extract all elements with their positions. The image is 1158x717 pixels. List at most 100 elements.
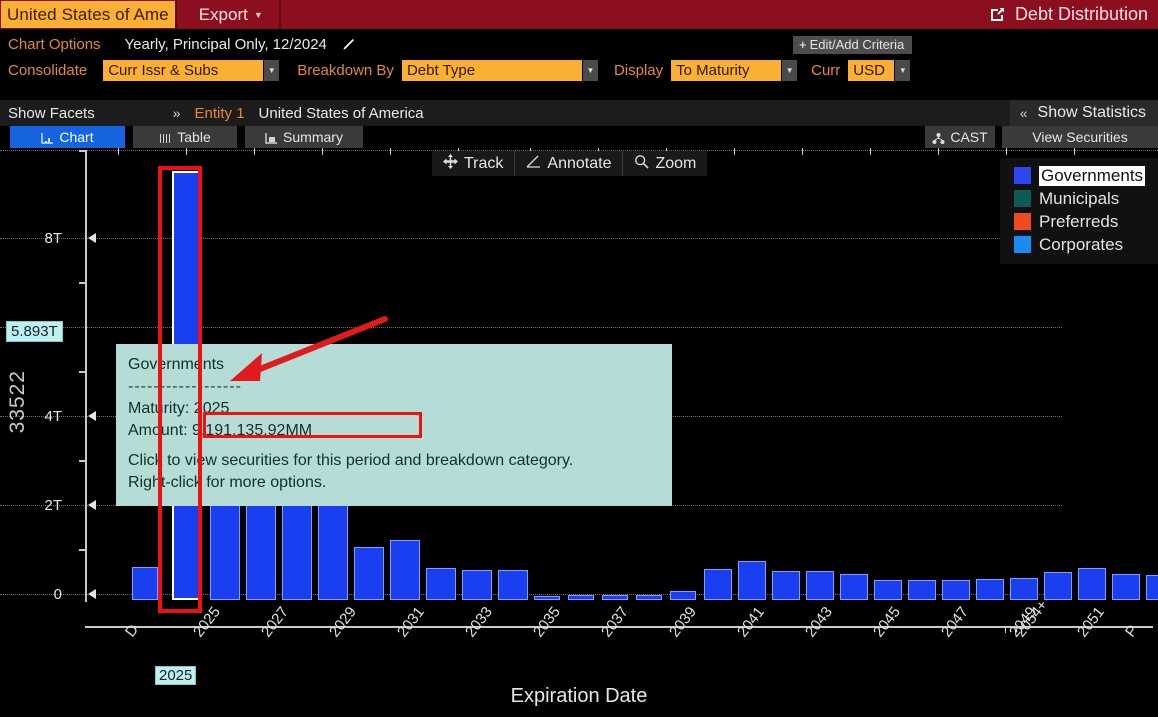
plus-icon: +: [799, 37, 807, 52]
bar-2053[interactable]: [1146, 575, 1158, 600]
bar-2049[interactable]: [1010, 578, 1038, 600]
x-tick-2027: [254, 148, 255, 155]
bar-2031[interactable]: [390, 540, 420, 600]
bar-D[interactable]: [132, 567, 158, 600]
y-value-marker-tag: 5.893T: [6, 321, 63, 342]
page-title: Debt Distribution: [1015, 4, 1148, 25]
currency-chevron-down-icon[interactable]: ▼: [895, 60, 910, 81]
currency-label: Curr: [811, 62, 840, 79]
chart-options-value[interactable]: Yearly, Principal Only, 12/2024: [125, 36, 327, 53]
bar-2039[interactable]: [670, 591, 696, 600]
view-tabs-bar: Chart Table Summary CAST View Securities: [0, 126, 1158, 148]
bar-2034[interactable]: [498, 570, 528, 600]
entity-search-field[interactable]: United States of Ame: [1, 1, 175, 28]
facets-bar: Show Facets » Entity 1 United States of …: [0, 100, 1158, 126]
legend-item-governments[interactable]: Governments: [1014, 164, 1154, 187]
filters-row: Consolidate Curr Issr & Subs ▼ Breakdown…: [0, 57, 1158, 83]
titlebar-right-group: Debt Distribution: [989, 0, 1158, 29]
x-label-2043: 2043: [802, 604, 836, 641]
tab-table[interactable]: Table: [133, 126, 237, 148]
bar-2037[interactable]: [602, 595, 628, 600]
track-tool-button[interactable]: Track: [432, 151, 515, 176]
bar-2035[interactable]: [534, 596, 560, 600]
tooltip-category: Governments: [128, 354, 660, 376]
x-label-2027: 2027: [258, 604, 292, 641]
x-value-marker-tag: 2025: [155, 666, 196, 685]
legend-item-corporates[interactable]: Corporates: [1014, 233, 1154, 256]
x-label-2049: 2049: [1006, 604, 1040, 641]
x-tick-2031: [390, 148, 391, 155]
magnifier-icon: [634, 154, 649, 174]
expand-facets-chevron-icon[interactable]: »: [173, 105, 181, 121]
bar-2040[interactable]: [704, 569, 732, 600]
show-facets-button[interactable]: Show Facets: [8, 105, 95, 122]
bar-2032[interactable]: [426, 568, 456, 600]
bar-2046[interactable]: [908, 580, 936, 600]
export-label: Export: [199, 5, 248, 24]
bar-2044[interactable]: [840, 574, 868, 600]
bar-2030[interactable]: [354, 547, 384, 600]
bar-2033[interactable]: [462, 570, 492, 600]
chart-legend: Governments Municipals Preferreds Corpor…: [1000, 158, 1158, 264]
x-tick-2043: [802, 148, 803, 155]
show-statistics-button[interactable]: « Show Statistics: [1010, 100, 1158, 126]
edit-add-criteria-label: Edit/Add Criteria: [810, 37, 905, 52]
annotate-tool-button[interactable]: Annotate: [515, 151, 623, 176]
bar-2052[interactable]: [1112, 574, 1140, 600]
move-crosshair-icon: [443, 154, 458, 174]
breakdown-by-select[interactable]: Debt Type: [402, 60, 582, 81]
annotate-angle-icon: [526, 154, 541, 174]
view-securities-button[interactable]: View Securities: [1002, 126, 1158, 148]
x-label-2037: 2037: [598, 604, 632, 641]
display-label: Display: [614, 62, 663, 79]
bar-2047[interactable]: [942, 580, 970, 600]
bar-2029[interactable]: [318, 501, 348, 600]
chart-options-label: Chart Options: [8, 36, 101, 53]
bar-2048[interactable]: [976, 579, 1004, 600]
x-tick-2041: [734, 148, 735, 155]
legend-item-municipals[interactable]: Municipals: [1014, 187, 1154, 210]
tab-table-label: Table: [177, 129, 210, 145]
legend-item-preferreds[interactable]: Preferreds: [1014, 210, 1154, 233]
title-bar: United States of Ame Export▼ Debt Distri…: [0, 0, 1158, 29]
x-tick-2025: [186, 148, 187, 155]
export-menu-button[interactable]: Export▼: [177, 0, 281, 29]
pencil-icon[interactable]: [341, 36, 357, 52]
consolidate-select[interactable]: Curr Issr & Subs: [103, 60, 263, 81]
x-label-2033: 2033: [462, 604, 496, 641]
bar-2051[interactable]: [1078, 568, 1106, 600]
chart-toolbar: Track Annotate Zoom: [432, 151, 707, 176]
currency-select[interactable]: USD: [848, 60, 894, 81]
bar-2038[interactable]: [636, 595, 662, 600]
selection-highlight-rect: [158, 166, 202, 613]
bar-2045[interactable]: [874, 580, 902, 600]
y-tick-label-4t: 4T: [44, 408, 62, 425]
bar-2041[interactable]: [738, 561, 766, 600]
bar-2028[interactable]: [282, 500, 312, 600]
bar-2036[interactable]: [568, 595, 594, 600]
zoom-tool-button[interactable]: Zoom: [623, 151, 707, 176]
summary-icon: [265, 128, 278, 150]
external-link-icon[interactable]: [989, 6, 1006, 23]
consolidate-chevron-down-icon[interactable]: ▼: [264, 60, 279, 81]
cast-button[interactable]: CAST: [925, 126, 995, 148]
display-select[interactable]: To Maturity: [671, 60, 781, 81]
tab-summary-label: Summary: [283, 129, 343, 145]
collapse-statistics-chevron-icon: «: [1020, 105, 1028, 121]
tooltip-divider: ------------------: [128, 376, 660, 398]
zoom-label: Zoom: [655, 155, 696, 173]
tooltip-hint-1: Click to view securities for this period…: [128, 450, 660, 472]
legend-label-preferreds: Preferreds: [1039, 212, 1118, 232]
bar-2050[interactable]: [1044, 572, 1072, 600]
breakdown-by-chevron-down-icon[interactable]: ▼: [583, 60, 598, 81]
tab-summary[interactable]: Summary: [245, 126, 363, 148]
legend-label-municipals: Municipals: [1039, 189, 1119, 209]
bar-2042[interactable]: [772, 571, 800, 600]
tab-chart[interactable]: Chart: [10, 126, 125, 148]
entity-index-label: Entity 1: [195, 105, 245, 122]
display-chevron-down-icon[interactable]: ▼: [782, 60, 797, 81]
annotate-label: Annotate: [547, 155, 611, 173]
edit-add-criteria-button[interactable]: +Edit/Add Criteria: [793, 36, 912, 54]
chart-options-row: Chart Options Yearly, Principal Only, 12…: [0, 31, 1158, 57]
bar-2043[interactable]: [806, 571, 834, 600]
